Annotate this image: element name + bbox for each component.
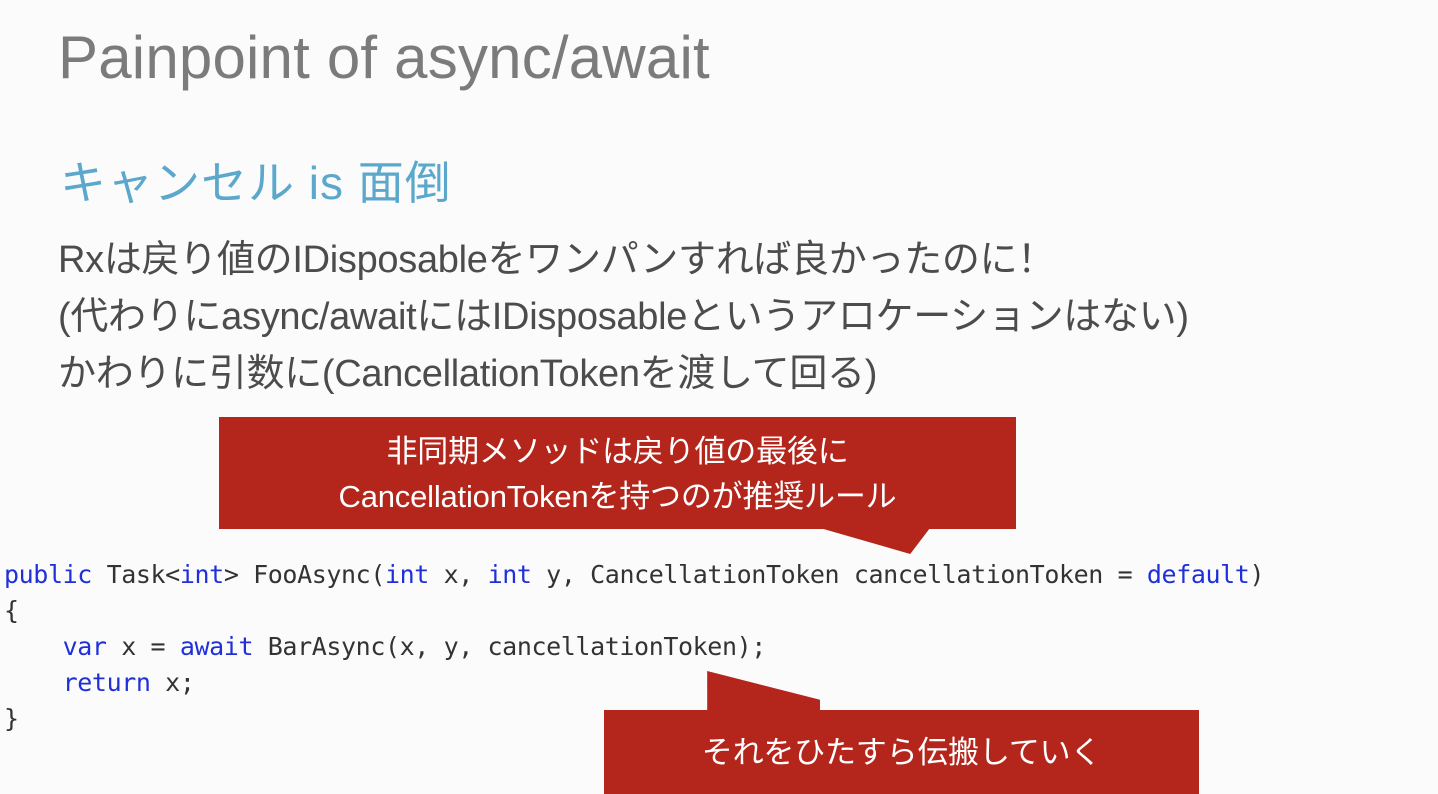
code-keyword: return bbox=[62, 668, 151, 697]
callout-one-line-1: 非同期メソッドは戻り値の最後に bbox=[386, 434, 849, 469]
code-text: x; bbox=[150, 668, 195, 697]
code-text: x = bbox=[106, 632, 180, 661]
code-line: var x = await BarAsync(x, y, cancellatio… bbox=[4, 629, 1264, 665]
body-text-block: Rxは戻り値のIDisposableをワンパンすれば良かったのに！ (代わりにa… bbox=[58, 232, 1428, 403]
callout-one-line-2: CancellationTokenを持つのが推奨ルール bbox=[338, 479, 897, 514]
slide-canvas: Painpoint of async/await キャンセル is 面倒 Rxは… bbox=[0, 0, 1438, 794]
code-text: { bbox=[4, 596, 19, 625]
code-keyword: int bbox=[179, 560, 224, 589]
code-text: ) bbox=[1249, 560, 1265, 589]
body-line-1: Rxは戻り値のIDisposableをワンパンすれば良かったのに！ bbox=[58, 239, 1055, 281]
code-text: y, CancellationToken cancellationToken = bbox=[531, 560, 1147, 589]
code-line: { bbox=[4, 593, 1264, 629]
code-keyword: int bbox=[487, 560, 532, 589]
callout-two-line-1: それをひたすら伝搬していく bbox=[701, 734, 1102, 770]
body-line-3: かわりに引数に(CancellationTokenを渡して回る) bbox=[58, 353, 878, 395]
code-keyword: public bbox=[4, 560, 92, 589]
code-text: } bbox=[4, 704, 19, 733]
callout-one-tail-icon bbox=[820, 528, 930, 554]
code-text: x, bbox=[428, 560, 488, 589]
callout-recommended-rule: 非同期メソッドは戻り値の最後に CancellationTokenを持つのが推奨… bbox=[219, 417, 1016, 529]
body-line-2: (代わりにasync/awaitにはIDisposableというアロケーションは… bbox=[58, 296, 1189, 338]
page-title: Painpoint of async/await bbox=[58, 24, 710, 91]
code-line: public Task<int> FooAsync(int x, int y, … bbox=[4, 557, 1265, 593]
slide-subtitle: キャンセル is 面倒 bbox=[60, 157, 452, 209]
code-line: return x; bbox=[4, 665, 1264, 701]
callout-propagate: それをひたすら伝搬していく bbox=[604, 710, 1199, 794]
code-keyword: var bbox=[62, 632, 107, 661]
code-text: Task< bbox=[91, 560, 181, 589]
code-keyword: await bbox=[179, 632, 254, 661]
code-text: BarAsync(x, y, cancellationToken); bbox=[253, 632, 767, 661]
code-keyword: default bbox=[1146, 560, 1250, 589]
code-keyword: int bbox=[384, 560, 429, 589]
code-text: > FooAsync( bbox=[223, 560, 386, 589]
